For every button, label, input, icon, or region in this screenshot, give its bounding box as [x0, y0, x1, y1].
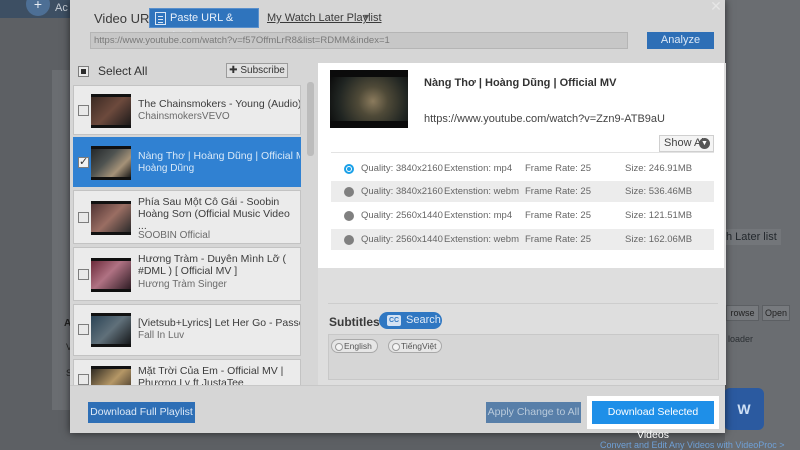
item-title: The Chainsmokers - Young (Audio) — [138, 98, 300, 110]
video-thumbnail — [91, 366, 131, 385]
item-channel: Fall In Luv — [138, 330, 185, 341]
format-radio[interactable] — [344, 187, 354, 197]
format-quality: Quality: 3840x2160 — [361, 186, 443, 197]
format-size: Size: 246.91MB — [625, 163, 693, 174]
detail-title: Nàng Thơ | Hoàng Dũng | Official MV — [424, 77, 617, 89]
detail-thumbnail-frame — [330, 77, 408, 121]
video-thumbnail — [91, 201, 131, 235]
chevron-down-icon[interactable]: ▼ — [362, 12, 371, 22]
cc-icon: CC — [387, 315, 401, 326]
subscribe-button[interactable]: ✚ Subscribe — [226, 63, 288, 78]
show-all-button[interactable]: Show All ▼ — [659, 135, 714, 152]
background-logo-text: Ac — [55, 2, 68, 14]
format-frame-rate: Frame Rate: 25 — [525, 210, 591, 221]
detail-url: https://www.youtube.com/watch?v=Zzn9-ATB… — [424, 113, 665, 125]
background-videoproc-icon: W — [724, 388, 764, 430]
url-input[interactable]: https://www.youtube.com/watch?v=f57OffmL… — [90, 32, 628, 49]
format-size: Size: 121.51MB — [625, 210, 693, 221]
format-radio-selected[interactable] — [344, 164, 354, 174]
item-title: Phía Sau Một Cô Gái - Soobin Hoàng Sơn (… — [138, 196, 290, 232]
format-radio[interactable] — [344, 235, 354, 245]
item-title: Hương Tràm - Duyên Mình Lỡ ( #DML ) [ Of… — [138, 253, 287, 277]
select-all-checkbox[interactable] — [78, 66, 89, 77]
item-checkbox[interactable] — [78, 155, 89, 168]
format-row[interactable]: Quality: 2560x1440 Extenstion: mp4 Frame… — [331, 205, 714, 226]
list-scrollbar[interactable] — [307, 82, 314, 156]
item-channel: SOOBIN Official — [138, 230, 211, 241]
video-thumbnail — [91, 258, 131, 292]
format-extension: Extenstion: mp4 — [444, 210, 513, 221]
analyze-button[interactable]: Analyze — [647, 32, 714, 49]
background-promo-link: Convert and Edit Any Videos with VideoPr… — [600, 440, 785, 450]
clipboard-icon — [155, 12, 166, 25]
paste-analyze-button[interactable]: Paste URL & Analyze — [149, 8, 259, 42]
list-item[interactable]: [Vietsub+Lyrics] Let Her Go - Passenger … — [73, 304, 301, 356]
format-row[interactable]: Quality: 2560x1440 Extenstion: webm Fram… — [331, 229, 714, 250]
subtitle-language-vietnamese[interactable]: TiếngViệt — [388, 339, 443, 353]
item-checkbox[interactable] — [78, 269, 89, 280]
video-thumbnail — [91, 146, 131, 180]
item-channel: Hương Tràm Singer — [138, 279, 227, 290]
subtitle-language-box — [328, 334, 719, 380]
select-all-label[interactable]: Select All — [98, 64, 147, 78]
subtitle-search-label: Search — [406, 314, 441, 326]
item-channel: Hoàng Dũng — [138, 163, 195, 174]
list-item[interactable]: Mặt Trời Của Em - Official MV | Phương L… — [73, 359, 301, 385]
list-item[interactable]: Phía Sau Một Cô Gái - Soobin Hoàng Sơn (… — [73, 190, 301, 244]
subtitle-search-button[interactable]: CC Search — [379, 312, 442, 329]
item-title: [Vietsub+Lyrics] Let Her Go - Passenger — [138, 317, 300, 329]
list-item[interactable]: Hương Tràm - Duyên Mình Lỡ ( #DML ) [ Of… — [73, 247, 301, 301]
video-thumbnail — [91, 313, 131, 347]
item-title: Mặt Trời Của Em - Official MV | Phương L… — [138, 365, 284, 385]
plus-icon: ✚ — [229, 65, 241, 76]
format-quality: Quality: 2560x1440 — [361, 210, 443, 221]
subscribe-label: Subscribe — [240, 65, 285, 76]
background-loader-label: loader — [728, 334, 754, 344]
video-list: The Chainsmokers - Young (Audio) Chainsm… — [70, 79, 315, 385]
format-size: Size: 162.06MB — [625, 234, 693, 245]
background-right-bar — [725, 0, 800, 18]
format-row[interactable]: Quality: 3840x2160 Extenstion: webm Fram… — [331, 181, 714, 202]
video-thumbnail — [91, 94, 131, 128]
background-open-button: Open — [762, 305, 790, 321]
format-quality: Quality: 2560x1440 — [361, 234, 443, 245]
format-frame-rate: Frame Rate: 25 — [525, 186, 591, 197]
background-left-panel — [52, 70, 72, 410]
format-quality: Quality: 3840x2160 — [361, 163, 443, 174]
format-extension: Extenstion: mp4 — [444, 163, 513, 174]
list-item[interactable]: The Chainsmokers - Young (Audio) Chainsm… — [73, 85, 301, 135]
item-checkbox[interactable] — [78, 374, 89, 385]
item-checkbox[interactable] — [78, 212, 89, 223]
chevron-down-circle-icon: ▼ — [699, 138, 710, 149]
subtitles-label: Subtitles — [329, 315, 380, 329]
list-item-selected[interactable]: Nàng Thơ | Hoàng Dũng | Official MV Hoàn… — [73, 137, 301, 187]
select-all-row: Select All ✚ Subscribe — [70, 62, 314, 79]
detail-thumbnail — [330, 70, 408, 128]
item-checkbox[interactable] — [78, 324, 89, 335]
format-extension: Extenstion: webm — [444, 234, 519, 245]
download-selected-videos-button[interactable]: Download Selected Videos — [592, 401, 714, 441]
background-browse-button: rowse — [726, 305, 759, 321]
background-later-list-label: h Later list — [722, 229, 781, 245]
format-frame-rate: Frame Rate: 25 — [525, 234, 591, 245]
divider — [328, 303, 718, 304]
format-frame-rate: Frame Rate: 25 — [525, 163, 591, 174]
item-title: Nàng Thơ | Hoàng Dũng | Official MV — [138, 150, 300, 162]
format-extension: Extenstion: webm — [444, 186, 519, 197]
format-row[interactable]: Quality: 3840x2160 Extenstion: mp4 Frame… — [331, 158, 714, 179]
close-icon[interactable]: ✕ — [708, 0, 724, 14]
item-checkbox[interactable] — [78, 105, 89, 116]
divider — [331, 152, 714, 153]
apply-change-to-all-button[interactable]: Apply Change to All — [486, 402, 581, 423]
item-channel: ChainsmokersVEVO — [138, 111, 230, 122]
download-full-playlist-button[interactable]: Download Full Playlist — [88, 402, 195, 423]
format-radio[interactable] — [344, 211, 354, 221]
format-size: Size: 536.46MB — [625, 186, 693, 197]
subtitle-language-english[interactable]: English — [331, 339, 378, 353]
